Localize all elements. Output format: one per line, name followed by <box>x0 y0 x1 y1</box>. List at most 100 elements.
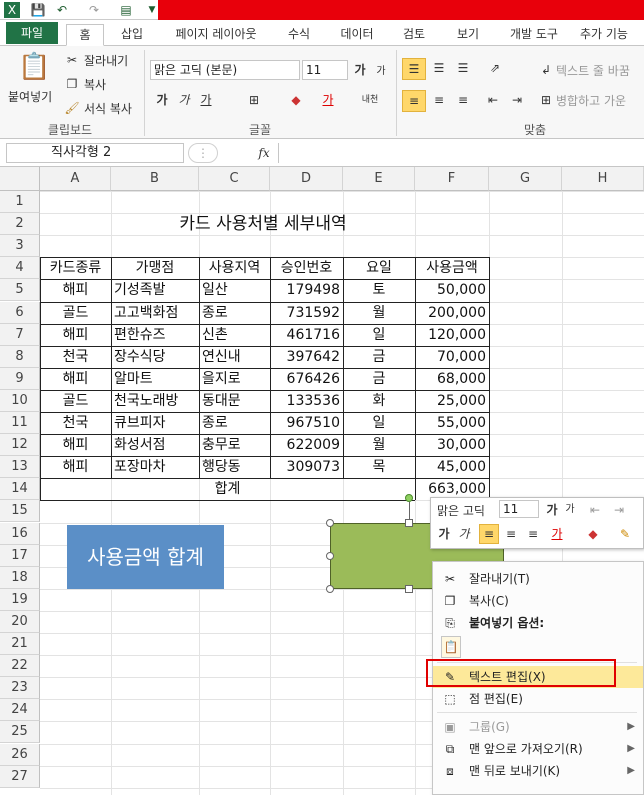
row-header[interactable]: 7 <box>0 323 40 346</box>
mini-font-color-icon[interactable]: 가 <box>547 524 567 544</box>
align-top-icon[interactable]: ☰ <box>402 58 426 80</box>
mini-shrink-font-icon[interactable]: 가 <box>563 500 577 520</box>
table-cell[interactable]: 일 <box>346 412 412 434</box>
resize-handle[interactable] <box>405 519 413 527</box>
row-header[interactable]: 27 <box>0 765 40 788</box>
table-cell[interactable]: 397642 <box>273 346 340 368</box>
row-header[interactable]: 16 <box>0 522 40 545</box>
table-cell[interactable]: 70,000 <box>418 346 486 368</box>
tab-file[interactable]: 파일 <box>6 22 58 44</box>
shrink-font-icon[interactable]: 가 <box>372 62 390 82</box>
blue-rectangle-shape[interactable]: 사용금액 합계 <box>67 525 224 589</box>
table-header-cell[interactable]: 승인번호 <box>273 257 340 279</box>
tab-formulas[interactable]: 수식 <box>278 24 320 46</box>
table-cell[interactable]: 967510 <box>273 412 340 434</box>
align-bottom-icon[interactable]: ☰ <box>452 58 474 78</box>
table-cell[interactable]: 신촌 <box>202 324 267 346</box>
context-menu-item[interactable]: ⧉ 맨 앞으로 가져오기(R) ▶ <box>433 738 643 760</box>
save-icon[interactable]: 💾 <box>30 2 46 18</box>
row-header[interactable]: 8 <box>0 345 40 368</box>
table-cell[interactable]: 장수식당 <box>114 346 196 368</box>
cut-button[interactable]: 잘라내기 <box>84 52 128 69</box>
orientation-icon[interactable]: ⇗ <box>482 58 508 78</box>
table-cell[interactable]: 천국 <box>43 412 108 434</box>
table-cell[interactable]: 55,000 <box>418 412 486 434</box>
undo-icon[interactable]: ↶ <box>54 2 70 18</box>
select-all-corner[interactable] <box>0 167 40 191</box>
tab-insert[interactable]: 삽입 <box>112 24 152 46</box>
border-icon[interactable]: ⊞ <box>242 90 266 110</box>
row-header[interactable]: 13 <box>0 456 40 479</box>
row-header[interactable]: 22 <box>0 655 40 678</box>
table-cell[interactable]: 알마트 <box>114 368 196 390</box>
row-header[interactable]: 20 <box>0 610 40 633</box>
column-header-h[interactable]: H <box>562 167 644 191</box>
wrap-text-button[interactable]: 텍스트 줄 바꿈 <box>556 62 630 79</box>
font-size-dropdown[interactable]: 11 <box>302 60 348 80</box>
table-cell[interactable]: 해피 <box>43 368 108 390</box>
table-cell[interactable]: 해피 <box>43 324 108 346</box>
mini-grow-font-icon[interactable]: 가 <box>543 500 561 520</box>
table-cell[interactable]: 25,000 <box>418 390 486 412</box>
mini-indent-icon[interactable]: ⇤ <box>585 500 605 520</box>
column-header-d[interactable]: D <box>270 167 343 191</box>
copy-button[interactable]: 복사 <box>84 76 106 93</box>
underline-button[interactable]: 가 <box>196 90 216 110</box>
table-cell[interactable]: 179498 <box>273 279 340 301</box>
table-cell[interactable]: 120,000 <box>418 324 486 346</box>
table-cell[interactable]: 천국노래방 <box>114 390 196 412</box>
ruby-icon[interactable]: 내천 <box>358 90 382 110</box>
context-menu-item[interactable]: ⎘ 붙여넣기 옵션: <box>433 612 643 634</box>
italic-button[interactable]: 가 <box>174 90 194 110</box>
table-cell[interactable]: 30,000 <box>418 434 486 456</box>
column-header-g[interactable]: G <box>489 167 562 191</box>
align-left-icon[interactable]: ≡ <box>402 90 426 112</box>
resize-handle[interactable] <box>326 552 334 560</box>
table-cell[interactable]: 해피 <box>43 434 108 456</box>
formula-bar-handle[interactable]: ⋮ <box>188 143 218 163</box>
table-cell[interactable]: 금 <box>346 368 412 390</box>
align-middle-icon[interactable]: ☰ <box>428 58 450 78</box>
table-cell[interactable]: 화성서점 <box>114 434 196 456</box>
context-menu-item[interactable]: ▣ 그룹(G) ▶ <box>433 716 643 738</box>
resize-handle[interactable] <box>405 585 413 593</box>
table-cell[interactable]: 골드 <box>43 390 108 412</box>
table-cell[interactable]: 충무로 <box>202 434 267 456</box>
table-cell[interactable]: 200,000 <box>418 302 486 324</box>
table-cell[interactable]: 309073 <box>273 456 340 478</box>
table-cell[interactable]: 50,000 <box>418 279 486 301</box>
insert-function-icon[interactable]: fx <box>254 143 274 163</box>
context-menu-item[interactable]: ⧈ 맨 뒤로 보내기(K) ▶ <box>433 760 643 782</box>
table-header-cell[interactable]: 가맹점 <box>114 257 196 279</box>
bold-button[interactable]: 가 <box>152 90 172 110</box>
total-label-cell[interactable]: 합계 <box>43 478 412 500</box>
mini-italic-icon[interactable]: 가 <box>455 524 473 544</box>
tab-data[interactable]: 데이터 <box>332 24 382 46</box>
row-header[interactable]: 2 <box>0 213 40 236</box>
column-header-f[interactable]: F <box>415 167 489 191</box>
context-menu-item[interactable]: ✂ 잘라내기(T) <box>433 568 643 590</box>
mini-font-name[interactable]: 맑은 고딕 <box>437 502 497 519</box>
name-box[interactable]: 직사각형 2 <box>6 143 184 163</box>
decrease-indent-icon[interactable]: ⇤ <box>482 90 504 110</box>
mini-fill-icon[interactable]: ◆ <box>583 524 603 544</box>
table-header-cell[interactable]: 요일 <box>346 257 412 279</box>
row-header[interactable]: 12 <box>0 434 40 457</box>
table-cell[interactable]: 종로 <box>202 302 267 324</box>
resize-handle[interactable] <box>326 585 334 593</box>
fill-color-icon[interactable]: ◆ <box>284 90 308 110</box>
row-header[interactable]: 26 <box>0 743 40 766</box>
table-cell[interactable]: 연신내 <box>202 346 267 368</box>
table-cell[interactable]: 종로 <box>202 412 267 434</box>
table-header-cell[interactable]: 카드종류 <box>43 257 108 279</box>
table-cell[interactable]: 금 <box>346 346 412 368</box>
formula-input[interactable] <box>278 143 644 163</box>
table-cell[interactable]: 월 <box>346 302 412 324</box>
merge-button[interactable]: 병합하고 가운 <box>556 92 626 109</box>
table-cell[interactable]: 큐브피자 <box>114 412 196 434</box>
paste-icon[interactable]: 📋 <box>18 50 50 84</box>
tab-addins[interactable]: 추가 기능 <box>580 24 644 46</box>
table-cell[interactable]: 일산 <box>202 279 267 301</box>
row-header[interactable]: 5 <box>0 279 40 302</box>
row-header[interactable]: 1 <box>0 191 40 214</box>
